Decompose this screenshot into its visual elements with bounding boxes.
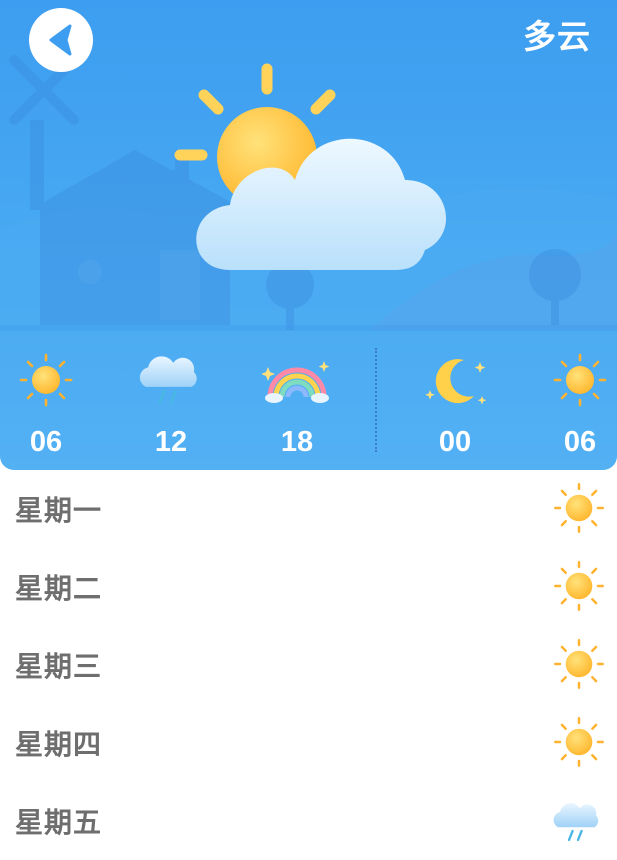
list-item[interactable]: 星期一 [0,470,617,548]
sun-icon [554,561,604,611]
day-name: 星期一 [15,494,103,527]
hour-label: 00 [438,426,472,458]
list-item[interactable]: 星期四 [0,704,617,782]
back-arrow-icon [49,24,72,56]
day-name: 星期三 [15,650,103,683]
sun-icon [553,353,607,407]
day-night-divider [375,348,377,452]
sun-icon [19,353,73,407]
moon-icon [425,359,487,405]
sun-behind-cloud-icon [174,63,447,270]
hourly-forecast: 06 12 18 00 06 [0,330,617,470]
list-item[interactable]: 星期二 [0,548,617,626]
hourly-item: 06 [540,344,617,459]
day-name: 星期四 [15,728,103,761]
hourly-item: 18 [257,344,337,459]
day-name: 星期二 [15,572,103,605]
condition-label: 多云 [523,17,591,56]
hourly-item: 12 [131,344,211,459]
hour-label: 18 [280,426,314,458]
hour-label: 06 [563,426,597,458]
rain-cloud-icon [552,802,600,842]
daily-forecast-list: 星期一 星期二 星期三 星期四 星期五 [0,470,617,860]
hour-label: 12 [154,426,188,458]
rain-cloud-icon [138,354,199,405]
list-item[interactable]: 星期三 [0,626,617,704]
back-button[interactable] [29,8,93,72]
list-item[interactable]: 星期五 [0,782,617,860]
hourly-item: 00 [415,344,495,459]
day-name: 星期五 [15,806,103,839]
sun-icon [554,639,604,689]
rainbow-icon [262,361,330,403]
sun-icon [554,717,604,767]
hourly-item: 06 [6,344,86,459]
hour-label: 06 [29,426,63,458]
sun-icon [554,483,604,533]
